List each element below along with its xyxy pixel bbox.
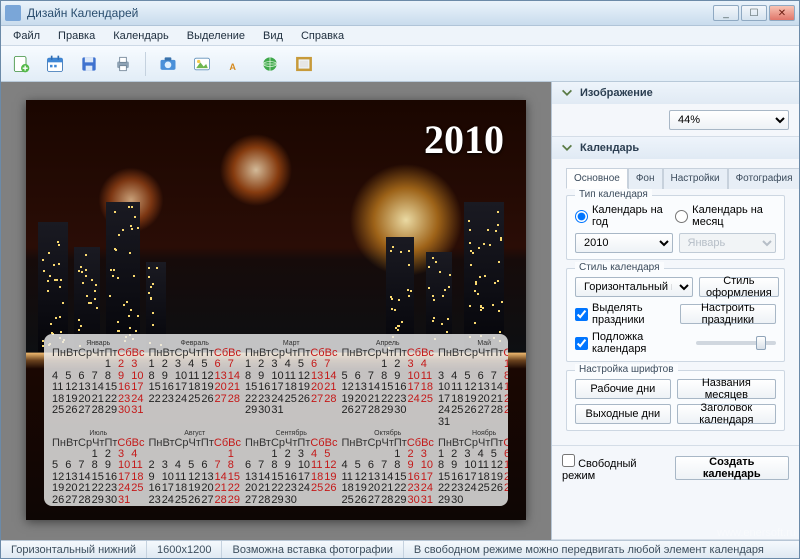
layout-select[interactable]: Горизонтальный нижний	[575, 277, 693, 297]
mini-month: ИюльПнВтСрЧтПтСбВс0001234567891011121314…	[52, 430, 144, 507]
mini-month: ЯнварьПнВтСрЧтПтСбВс00001234567891011121…	[52, 340, 144, 428]
menu-view[interactable]: Вид	[255, 28, 291, 44]
month-radio[interactable]	[675, 210, 688, 223]
tab-3[interactable]: Фотография	[728, 168, 799, 189]
year-radio[interactable]	[575, 210, 588, 223]
mini-month: АвгустПнВтСрЧтПтСбВс00000012345678910111…	[148, 430, 240, 507]
menu-file[interactable]: Файл	[5, 28, 48, 44]
menu-edit[interactable]: Правка	[50, 28, 103, 44]
mini-month: МайПнВтСрЧтПтСбВс00000123456789101112131…	[438, 340, 508, 428]
minimize-button[interactable]: _	[713, 5, 739, 21]
side-panel: Изображение 44% Календарь ОсновноеФонНас…	[551, 82, 799, 540]
create-calendar-button[interactable]: Создать календарь	[675, 456, 789, 480]
highlight-holidays-label[interactable]: Выделять праздники	[575, 302, 668, 326]
panel-bottom-row: Свободный режим Создать календарь	[552, 445, 799, 490]
calendar-section: Календарь ОсновноеФонНастройкиФотография…	[552, 137, 799, 540]
mini-month: СентябрьПнВтСрЧтПтСбВс001234567891011121…	[245, 430, 337, 507]
calendar-section-title: Календарь	[580, 142, 639, 154]
image-section-header[interactable]: Изображение	[552, 82, 799, 104]
month-names-font-button[interactable]: Названия месяцев	[677, 379, 776, 399]
group-title: Настройка шрифтов	[575, 364, 678, 375]
calendar-button[interactable]	[41, 50, 69, 78]
canvas-area[interactable]: 2010 ЯнварьПнВтСрЧтПтСбВс000012345678910…	[1, 82, 551, 540]
backdrop-text: Подложка календаря	[592, 331, 684, 355]
menu-help[interactable]: Справка	[293, 28, 352, 44]
chevron-down-icon	[560, 141, 574, 155]
toolbar-separator	[145, 52, 146, 76]
print-button[interactable]	[109, 50, 137, 78]
month-radio-label[interactable]: Календарь на месяц	[675, 204, 776, 228]
status-dimensions: 1600x1200	[147, 541, 222, 558]
mini-month: ОктябрьПнВтСрЧтПтСбВс0000123456789101112…	[341, 430, 433, 507]
calendar-style-group: Стиль календаря Горизонтальный нижний Ст…	[566, 268, 785, 362]
free-mode-checkbox[interactable]	[562, 454, 575, 467]
workdays-font-button[interactable]: Рабочие дни	[575, 379, 671, 399]
menu-selection[interactable]: Выделение	[179, 28, 253, 44]
free-mode-label[interactable]: Свободный режим	[562, 454, 659, 482]
photo-button[interactable]	[154, 50, 182, 78]
backdrop-opacity-slider[interactable]	[696, 341, 776, 345]
calendar-grid-overlay: ЯнварьПнВтСрЧтПтСбВс00001234567891011121…	[44, 334, 508, 506]
menubar: ФайлПравкаКалендарьВыделениеВидСправка	[1, 26, 799, 46]
status-hint: Возможна вставка фотографии	[222, 541, 403, 558]
tab-0[interactable]: Основное	[566, 168, 628, 189]
backdrop-checkbox[interactable]	[575, 337, 588, 350]
month-radio-text: Календарь на месяц	[692, 204, 776, 228]
slider-thumb[interactable]	[756, 336, 766, 350]
group-title: Тип календаря	[575, 189, 652, 200]
app-icon	[5, 5, 21, 21]
configure-holidays-button[interactable]: Настроить праздники	[680, 304, 776, 324]
tab-2[interactable]: Настройки	[663, 168, 728, 189]
status-free-hint: В свободном режиме можно передвигать люб…	[404, 541, 799, 558]
close-button[interactable]: ✕	[769, 5, 795, 21]
tab-1[interactable]: Фон	[628, 168, 663, 189]
year-radio-text: Календарь на год	[592, 204, 663, 228]
calendar-preview[interactable]: 2010 ЯнварьПнВтСрЧтПтСбВс000012345678910…	[26, 100, 526, 520]
picture-button[interactable]	[188, 50, 216, 78]
zoom-row: 44%	[552, 104, 799, 136]
mini-month: МартПнВтСрЧтПтСбВс1234567891011121314151…	[245, 340, 337, 428]
text-button[interactable]: A	[222, 50, 250, 78]
frame-button[interactable]	[290, 50, 318, 78]
menu-calendar[interactable]: Календарь	[105, 28, 177, 44]
calendar-header-font-button[interactable]: Заголовок календаря	[677, 404, 776, 424]
window-buttons: _ ☐ ✕	[713, 5, 795, 21]
chevron-down-icon	[560, 86, 574, 100]
fonts-group: Настройка шрифтов Рабочие дни Названия м…	[566, 370, 785, 431]
toolbar: A	[1, 46, 799, 82]
status-bar: Горизонтальный нижний 1600x1200 Возможна…	[1, 540, 799, 558]
mini-month: АпрельПнВтСрЧтПтСбВс00012345678910111213…	[341, 340, 433, 428]
mini-month: НоябрьПнВтСрЧтПтСбВс12345678910111213141…	[438, 430, 508, 507]
image-section: Изображение 44%	[552, 82, 799, 137]
group-title: Стиль календаря	[575, 262, 664, 273]
month-select[interactable]: Январь	[679, 233, 777, 253]
calendar-tabs: ОсновноеФонНастройкиФотографияУкрашения	[566, 167, 785, 189]
highlight-holidays-text: Выделять праздники	[592, 302, 668, 326]
window-title: Дизайн Календарей	[27, 6, 713, 20]
style-button[interactable]: Стиль оформления	[699, 277, 779, 297]
calendar-section-header[interactable]: Календарь	[552, 137, 799, 159]
save-button[interactable]	[75, 50, 103, 78]
weekends-font-button[interactable]: Выходные дни	[575, 404, 671, 424]
new-button[interactable]	[7, 50, 35, 78]
globe-button[interactable]	[256, 50, 284, 78]
highlight-holidays-checkbox[interactable]	[575, 308, 588, 321]
titlebar: Дизайн Календарей _ ☐ ✕	[1, 1, 799, 26]
mini-month: ФевральПнВтСрЧтПтСбВс1234567891011121314…	[148, 340, 240, 428]
calendar-type-group: Тип календаря Календарь на год Календарь…	[566, 195, 785, 260]
maximize-button[interactable]: ☐	[741, 5, 767, 21]
app-window: Дизайн Календарей _ ☐ ✕ ФайлПравкаКаленд…	[0, 0, 800, 559]
backdrop-label[interactable]: Подложка календаря	[575, 331, 684, 355]
year-select[interactable]: 2010	[575, 233, 673, 253]
zoom-combo[interactable]: 44%	[669, 110, 789, 130]
year-label: 2010	[424, 116, 504, 163]
year-radio-label[interactable]: Календарь на год	[575, 204, 663, 228]
main-area: 2010 ЯнварьПнВтСрЧтПтСбВс000012345678910…	[1, 82, 799, 540]
status-layout: Горизонтальный нижний	[1, 541, 147, 558]
image-section-title: Изображение	[580, 87, 653, 99]
calendar-section-body: ОсновноеФонНастройкиФотографияУкрашения …	[552, 159, 799, 445]
svg-text:A: A	[229, 61, 236, 71]
